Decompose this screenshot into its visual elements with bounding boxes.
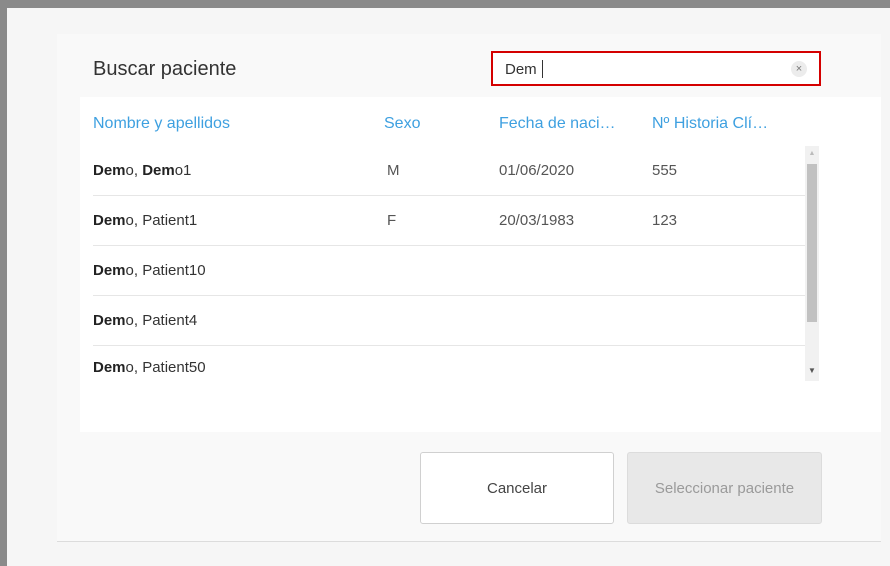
patient-record-number: 123 [652,212,678,229]
patient-record-number: 555 [652,162,678,179]
scroll-up-icon[interactable]: ▲ [805,150,819,157]
search-patient-dialog: Buscar paciente × Nombre y apellidos Sex… [57,34,881,542]
patient-name: Demo, Patient4 [93,312,198,329]
table-row[interactable]: Demo, Patient10 [93,246,805,296]
column-header-record-number[interactable]: Nº Historia Clí… [652,115,768,133]
patient-name: Demo, Patient10 [93,262,206,279]
clear-icon[interactable]: × [791,61,807,77]
window-frame-top [0,0,890,8]
scroll-down-icon[interactable]: ▼ [805,366,819,375]
patient-birthdate: 01/06/2020 [499,162,575,179]
table-row[interactable]: Demo, Demo1 M 01/06/2020 555 [93,146,805,196]
patient-sex: F [387,212,397,229]
patient-table: Nombre y apellidos Sexo Fecha de naci… N… [80,97,881,432]
column-header-name[interactable]: Nombre y apellidos [93,115,230,133]
search-box[interactable]: × [491,51,821,86]
patient-name: Demo, Demo1 [93,162,192,179]
table-row[interactable]: Demo, Patient4 [93,296,805,346]
patient-name: Demo, Patient50 [93,359,206,376]
table-row[interactable]: Demo, Patient1 F 20/03/1983 123 [93,196,805,246]
text-caret [542,60,543,78]
dialog-title: Buscar paciente [93,58,237,80]
column-header-sex[interactable]: Sexo [384,115,420,133]
table-row[interactable]: Demo, Patient50 [93,346,805,382]
select-patient-button[interactable]: Seleccionar paciente [627,452,822,524]
scrollbar-thumb[interactable] [807,164,817,322]
patient-name: Demo, Patient1 [93,212,198,229]
patient-sex: M [387,162,400,179]
patient-birthdate: 20/03/1983 [499,212,575,229]
window-frame-left [0,0,7,566]
search-input[interactable] [505,59,775,79]
column-header-birthdate[interactable]: Fecha de naci… [499,115,616,133]
vertical-scrollbar[interactable]: ▲ ▼ [805,146,819,381]
cancel-button[interactable]: Cancelar [420,452,614,524]
